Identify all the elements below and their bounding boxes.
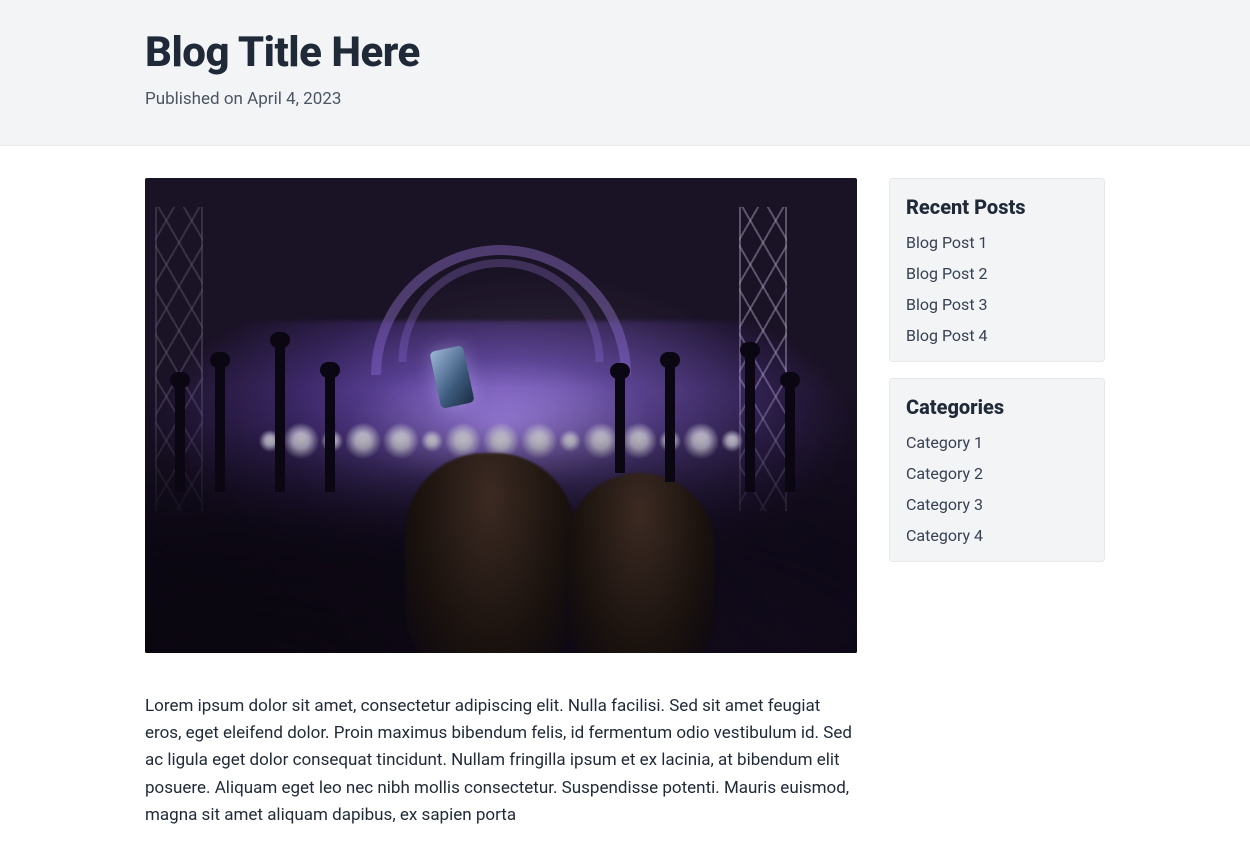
recent-post-link[interactable]: Blog Post 1: [906, 233, 988, 252]
category-link[interactable]: Category 4: [906, 526, 983, 545]
article-body: Lorem ipsum dolor sit amet, consectetur …: [145, 693, 857, 829]
sidebar: Recent Posts Blog Post 1 Blog Post 2 Blo…: [889, 178, 1105, 829]
publish-date: Published on April 4, 2023: [145, 89, 1105, 109]
article-main: Lorem ipsum dolor sit amet, consectetur …: [145, 178, 857, 829]
page-header: Blog Title Here Published on April 4, 20…: [0, 0, 1250, 146]
list-item: Blog Post 2: [906, 264, 1088, 283]
list-item: Blog Post 1: [906, 233, 1088, 252]
list-item: Category 1: [906, 433, 1088, 452]
list-item: Category 3: [906, 495, 1088, 514]
list-item: Category 2: [906, 464, 1088, 483]
recent-post-link[interactable]: Blog Post 2: [906, 264, 988, 283]
categories-list: Category 1 Category 2 Category 3 Categor…: [906, 433, 1088, 545]
recent-posts-title: Recent Posts: [906, 195, 1088, 219]
featured-image: [145, 178, 857, 653]
content-wrap: Lorem ipsum dolor sit amet, consectetur …: [145, 146, 1105, 861]
category-link[interactable]: Category 2: [906, 464, 983, 483]
recent-posts-list: Blog Post 1 Blog Post 2 Blog Post 3 Blog…: [906, 233, 1088, 345]
category-link[interactable]: Category 1: [906, 433, 983, 452]
list-item: Category 4: [906, 526, 1088, 545]
category-link[interactable]: Category 3: [906, 495, 983, 514]
list-item: Blog Post 4: [906, 326, 1088, 345]
page-title: Blog Title Here: [145, 28, 1105, 77]
categories-card: Categories Category 1 Category 2 Categor…: [889, 378, 1105, 562]
recent-post-link[interactable]: Blog Post 4: [906, 326, 988, 345]
list-item: Blog Post 3: [906, 295, 1088, 314]
categories-title: Categories: [906, 395, 1088, 419]
recent-post-link[interactable]: Blog Post 3: [906, 295, 988, 314]
recent-posts-card: Recent Posts Blog Post 1 Blog Post 2 Blo…: [889, 178, 1105, 362]
